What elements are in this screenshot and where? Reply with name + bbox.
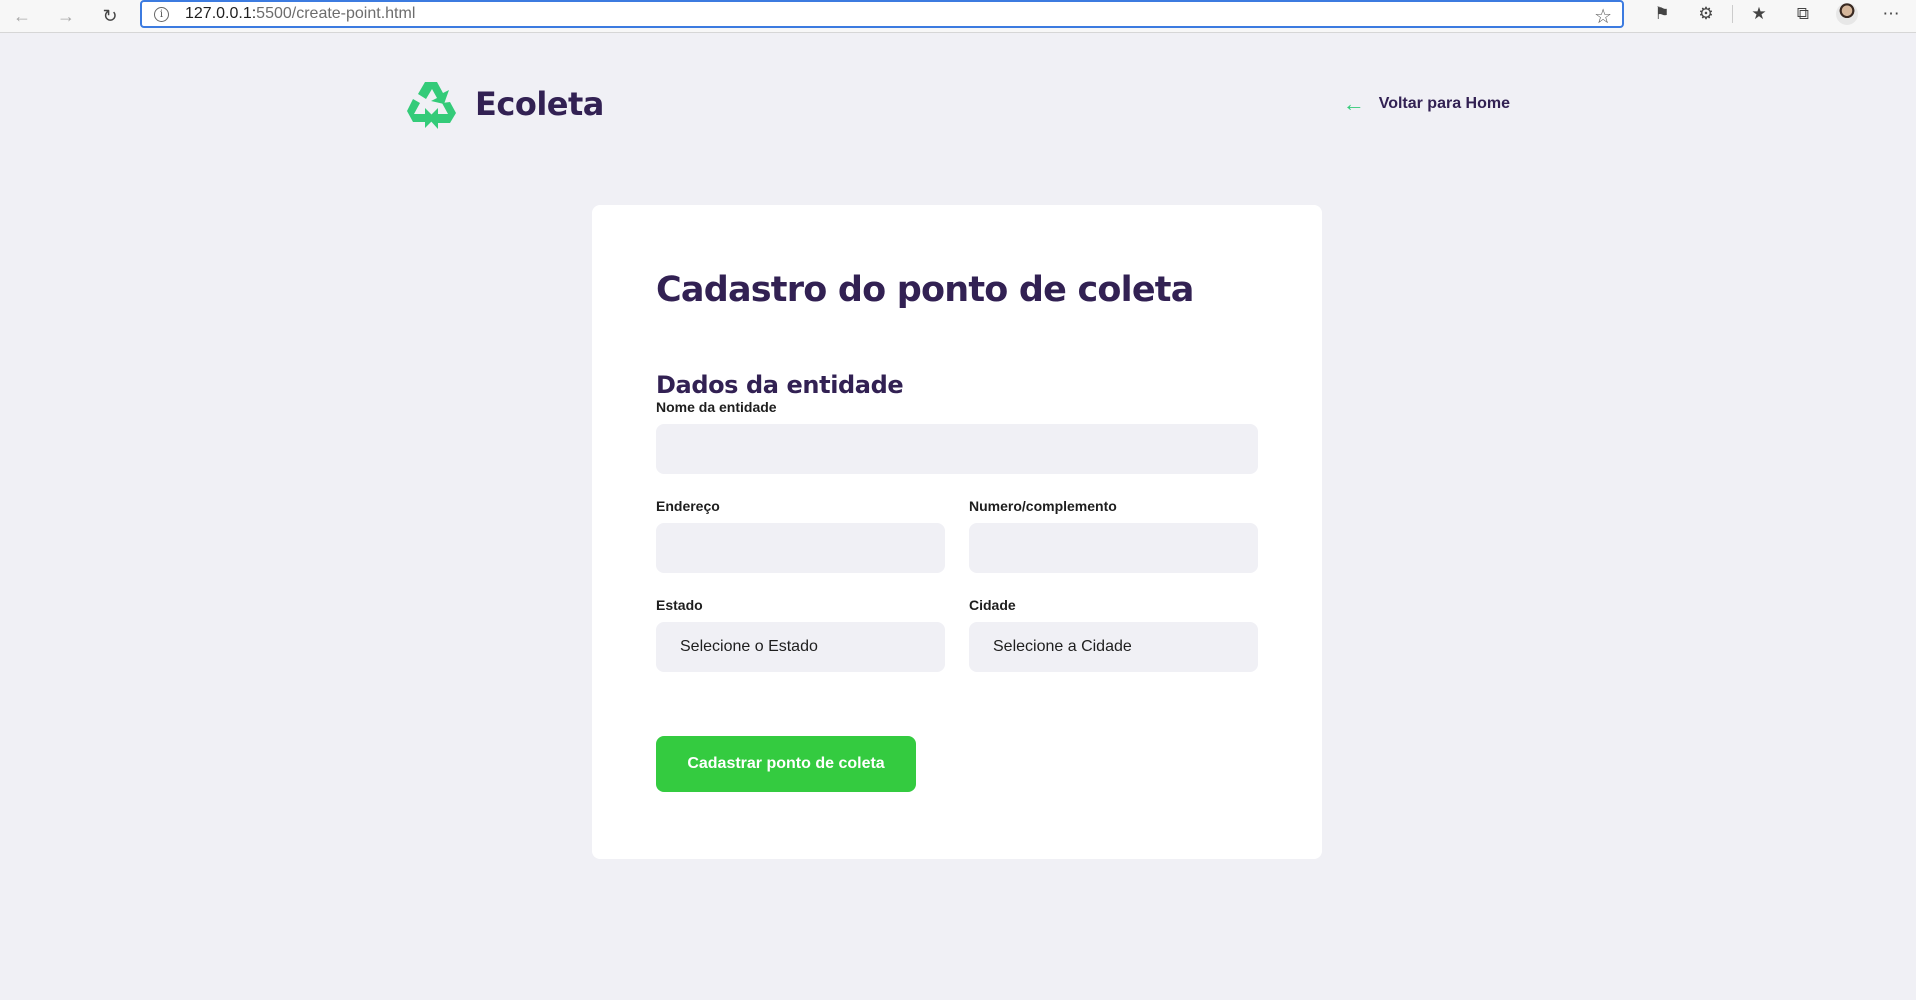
state-label: Estado	[656, 597, 703, 613]
back-icon[interactable]: ←	[0, 0, 44, 33]
create-point-form: Cadastro do ponto de coleta Dados da ent…	[592, 205, 1322, 859]
profile-avatar[interactable]	[1825, 0, 1869, 28]
reload-icon[interactable]: ↻	[88, 0, 132, 33]
address-bar[interactable]: i 127.0.0.1: 5500/create-point.html ☆	[140, 0, 1624, 28]
bookmark-icon[interactable]: ⚑	[1640, 0, 1684, 28]
avatar	[1836, 3, 1858, 25]
url-host: 127.0.0.1:	[185, 5, 257, 22]
address-label: Endereço	[656, 498, 720, 514]
collections-icon[interactable]: ⧉	[1781, 0, 1825, 28]
back-to-home-link[interactable]: ← Voltar para Home	[1343, 93, 1510, 115]
location-row: Estado Selecione o Estado Cidade Selecio…	[656, 597, 1258, 672]
city-field: Cidade Selecione a Cidade	[969, 597, 1258, 672]
address-field: Endereço	[656, 498, 945, 573]
name-field: Nome da entidade	[656, 399, 1258, 474]
state-select[interactable]: Selecione o Estado	[656, 622, 945, 672]
submit-button[interactable]: Cadastrar ponto de coleta	[656, 736, 916, 792]
recycle-icon	[407, 82, 456, 129]
name-label: Nome da entidade	[656, 399, 777, 415]
number-label: Numero/complemento	[969, 498, 1117, 514]
arrow-left-icon: ←	[1342, 91, 1365, 116]
favorites-icon[interactable]: ★	[1737, 0, 1781, 28]
toolbar-divider	[1732, 5, 1733, 23]
address-row: Endereço Numero/complemento	[656, 498, 1258, 573]
number-input[interactable]	[969, 523, 1258, 573]
more-menu-icon[interactable]: ⋯	[1869, 0, 1913, 28]
address-input[interactable]	[656, 523, 945, 573]
name-input[interactable]	[656, 424, 1258, 474]
logo-text: Ecoleta	[475, 85, 604, 123]
url-path: 5500/create-point.html	[256, 5, 416, 22]
page-header: Ecoleta ← Voltar para Home	[405, 78, 1510, 130]
back-to-home-label: Voltar para Home	[1378, 95, 1510, 112]
form-title: Cadastro do ponto de coleta	[656, 270, 1194, 310]
extension-gear-icon[interactable]: ⚙	[1684, 0, 1728, 28]
favorite-star-icon[interactable]: ☆	[1594, 4, 1612, 29]
state-field: Estado Selecione o Estado	[656, 597, 945, 672]
city-select[interactable]: Selecione a Cidade	[969, 622, 1258, 672]
forward-icon[interactable]: →	[44, 0, 88, 33]
browser-toolbar: ← → ↻ i 127.0.0.1: 5500/create-point.html…	[0, 0, 1916, 33]
section-title: Dados da entidade	[656, 371, 904, 399]
browser-extensions: ⚑ ⚙ ★ ⧉ ⋯	[1640, 0, 1913, 28]
city-label: Cidade	[969, 597, 1016, 613]
number-field: Numero/complemento	[969, 498, 1258, 573]
logo: Ecoleta	[405, 79, 604, 129]
info-icon[interactable]: i	[154, 6, 169, 22]
